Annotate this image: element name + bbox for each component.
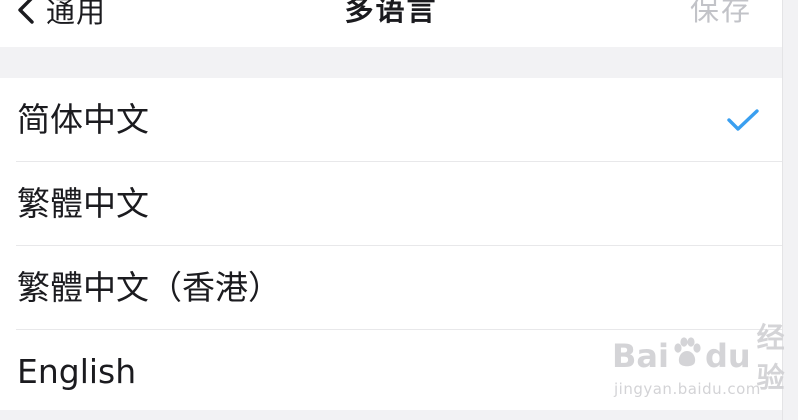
- page-title: 多语言: [344, 0, 438, 27]
- language-option-simplified-chinese[interactable]: 简体中文: [0, 78, 782, 162]
- language-label: 简体中文: [17, 100, 149, 139]
- language-label: English: [17, 352, 137, 391]
- language-label: 繁體中文（香港）: [17, 268, 281, 307]
- watermark-brand-latin-2: du: [704, 337, 751, 375]
- checkmark-icon: [726, 108, 760, 136]
- language-label: 繁體中文: [17, 184, 149, 223]
- screen: 通用 多语言 保存 简体中文 繁體中文 繁體中文（香港） English Bai…: [0, 0, 798, 420]
- paw-icon: [672, 336, 702, 376]
- baidu-jingyan-watermark: Bai du 经验 jingyan.baidu.com: [612, 321, 785, 406]
- watermark-brand: Bai du 经验: [612, 321, 785, 394]
- watermark-url: jingyan.baidu.com: [614, 380, 761, 398]
- save-button[interactable]: 保存: [690, 0, 752, 32]
- watermark-brand-latin: Bai: [612, 337, 669, 375]
- navigation-bar: 通用 多语言 保存: [0, 0, 782, 47]
- language-option-traditional-chinese-hk[interactable]: 繁體中文（香港）: [0, 246, 782, 330]
- language-option-traditional-chinese[interactable]: 繁體中文: [0, 162, 782, 246]
